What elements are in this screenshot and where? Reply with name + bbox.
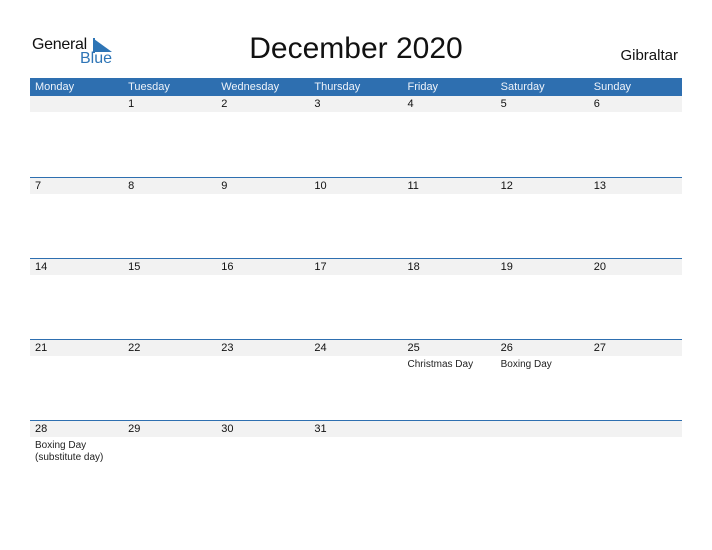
weekday-sunday: Sunday xyxy=(593,81,632,93)
day-cell: 12 xyxy=(496,178,589,259)
day-number: 27 xyxy=(593,342,606,354)
day-cell: 2 xyxy=(216,96,309,177)
day-number: 22 xyxy=(128,342,141,354)
day-cell: 13 xyxy=(589,178,682,259)
day-cell: 23 xyxy=(216,340,309,421)
day-number: 20 xyxy=(593,261,606,273)
day-number: 31 xyxy=(314,423,327,435)
week-row: 21 22 23 24 25 Christmas Day 26 Boxing Day 27 xyxy=(30,339,682,421)
day-cell: 17 xyxy=(309,259,402,340)
day-number: 16 xyxy=(221,261,234,273)
day-cell xyxy=(403,421,496,502)
day-number: 15 xyxy=(128,261,141,273)
day-cell: 25 Christmas Day xyxy=(403,340,496,421)
day-number: 29 xyxy=(128,423,141,435)
day-cell: 3 xyxy=(309,96,402,177)
day-cell: 31 xyxy=(309,421,402,502)
week-row: 14 15 16 17 18 19 20 xyxy=(30,258,682,340)
day-number: 3 xyxy=(314,98,321,110)
day-number: 23 xyxy=(221,342,234,354)
day-number: 6 xyxy=(593,98,600,110)
region-label: Gibraltar xyxy=(620,47,678,64)
weekday-tuesday: Tuesday xyxy=(128,81,170,93)
day-cell: 10 xyxy=(309,178,402,259)
day-number: 7 xyxy=(35,180,42,192)
day-cell: 14 xyxy=(30,259,123,340)
day-cell: 16 xyxy=(216,259,309,340)
weekday-friday: Friday xyxy=(407,81,439,93)
day-number: 10 xyxy=(314,180,327,192)
day-number: 28 xyxy=(35,423,48,435)
day-cell: 1 xyxy=(123,96,216,177)
day-number: 4 xyxy=(407,98,414,110)
day-cell: 20 xyxy=(589,259,682,340)
day-number: 17 xyxy=(314,261,327,273)
weekday-monday: Monday xyxy=(35,81,75,93)
day-cell: 8 xyxy=(123,178,216,259)
day-cell: 11 xyxy=(403,178,496,259)
day-number: 18 xyxy=(407,261,420,273)
day-cell xyxy=(589,421,682,502)
weekday-wednesday: Wednesday xyxy=(221,81,280,93)
day-number: 13 xyxy=(593,180,606,192)
day-number: 2 xyxy=(221,98,228,110)
day-cell: 7 xyxy=(30,178,123,259)
holiday-label: Boxing Day xyxy=(500,359,552,370)
week-row: 28 Boxing Day (substitute day) 29 30 31 xyxy=(30,420,682,502)
day-number: 11 xyxy=(407,180,419,192)
day-cell: 27 xyxy=(589,340,682,421)
day-number: 9 xyxy=(221,180,228,192)
day-cell: 26 Boxing Day xyxy=(496,340,589,421)
day-cell: 18 xyxy=(403,259,496,340)
day-number: 1 xyxy=(128,98,135,110)
weekday-thursday: Thursday xyxy=(314,81,361,93)
calendar-title: December 2020 xyxy=(249,32,463,65)
day-number: 30 xyxy=(221,423,234,435)
weekday-header: Monday Tuesday Wednesday Thursday Friday… xyxy=(30,78,682,96)
day-cell: 9 xyxy=(216,178,309,259)
day-cell: 6 xyxy=(589,96,682,177)
day-cell: 4 xyxy=(403,96,496,177)
day-cell: 24 xyxy=(309,340,402,421)
day-number: 26 xyxy=(500,342,513,354)
week-row: 7 8 9 10 11 12 13 xyxy=(30,177,682,259)
day-number: 25 xyxy=(407,342,420,354)
holiday-label: Boxing Day (substitute day) xyxy=(35,440,104,463)
day-cell: 15 xyxy=(123,259,216,340)
day-cell: 19 xyxy=(496,259,589,340)
day-number: 19 xyxy=(500,261,513,273)
day-cell xyxy=(496,421,589,502)
day-cell: 29 xyxy=(123,421,216,502)
day-cell: 28 Boxing Day (substitute day) xyxy=(30,421,123,502)
day-cell xyxy=(30,96,123,177)
week-row: 1 2 3 4 5 6 xyxy=(30,96,682,177)
day-number: 21 xyxy=(35,342,48,354)
day-number: 5 xyxy=(500,98,507,110)
weekday-saturday: Saturday xyxy=(500,81,545,93)
day-cell: 22 xyxy=(123,340,216,421)
holiday-label: Christmas Day xyxy=(407,359,474,370)
day-number: 8 xyxy=(128,180,135,192)
day-number: 12 xyxy=(500,180,513,192)
day-number: 24 xyxy=(314,342,327,354)
day-cell: 5 xyxy=(496,96,589,177)
day-number: 14 xyxy=(35,261,48,273)
day-cell: 30 xyxy=(216,421,309,502)
day-cell: 21 xyxy=(30,340,123,421)
